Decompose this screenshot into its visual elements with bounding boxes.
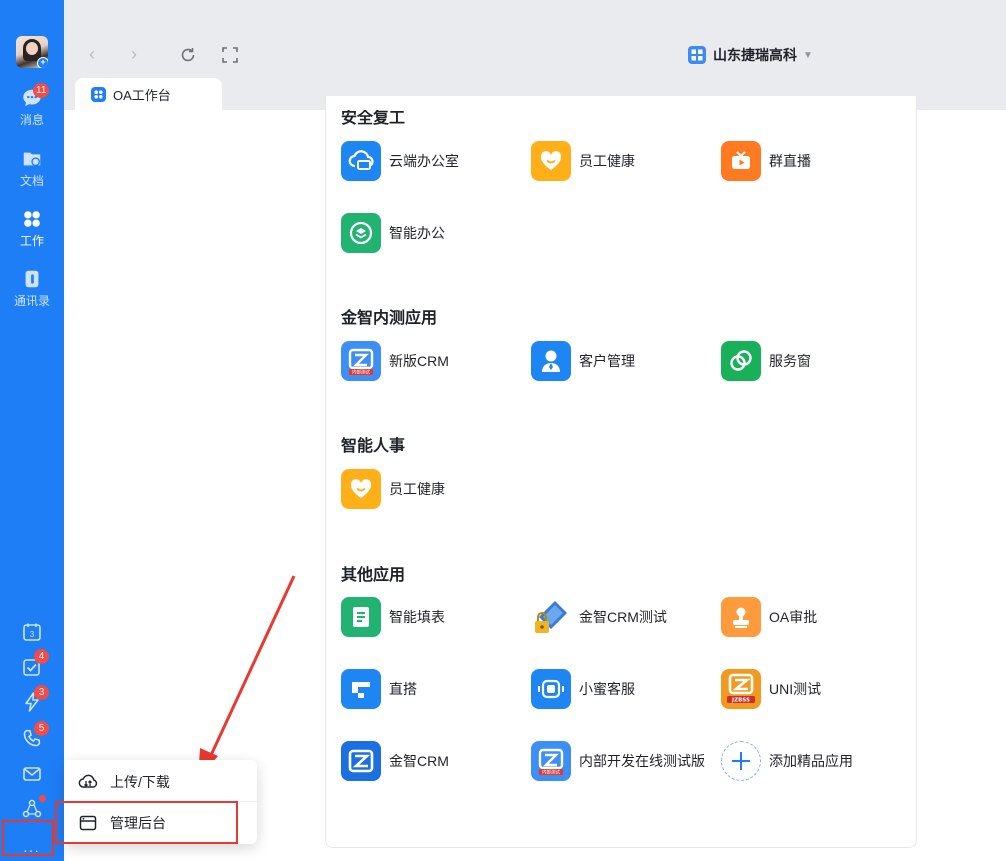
customer-service-icon [531,669,571,709]
app-label: OA审批 [769,609,818,625]
app-smart-office[interactable]: 智能办公 [341,213,445,253]
app-label: 添加精品应用 [769,753,853,769]
service-window-icon [721,341,761,381]
app-crm-test[interactable]: 金智CRM测试 [531,597,667,637]
nav-label-messages: 消息 [19,113,44,127]
app-label: 智能填表 [389,609,445,625]
org-switcher[interactable]: 山东捷瑞高科 ▼ [688,45,813,65]
app-new-crm[interactable]: 内部测试 新版CRM [341,341,449,381]
nav-item-work[interactable]: 工作 [0,208,64,249]
app-staff-health[interactable]: 员工健康 [531,141,635,181]
uni-logo-tag: JZBSS [731,698,750,704]
apps-hub-dot [39,795,46,802]
section-title: 金智内测应用 [341,310,438,327]
app-label: 内部开发在线测试版 [579,753,705,769]
folder-icon [23,152,41,167]
back-button[interactable]: ‹ [82,44,102,64]
nav-label-work: 工作 [19,234,44,248]
app-jinzhi-crm[interactable]: 金智CRM [341,741,449,781]
crm-lock-icon [531,597,571,637]
app-label: 客户管理 [579,353,635,369]
crm-logo-icon [341,741,381,781]
customer-person-icon [531,341,571,381]
app-oa-approval[interactable]: OA审批 [721,597,817,637]
section-title: 其他应用 [341,567,406,584]
work-grid-icon [24,211,40,227]
org-name: 山东捷瑞高科 [713,47,797,63]
nav-item-contacts[interactable]: 通讯录 [0,268,64,309]
lightning-badge: 3 [34,685,49,700]
app-internal-dev-test[interactable]: 内部测试 内部开发在线测试版 [531,741,705,781]
fullscreen-icon[interactable] [220,45,240,65]
annotation-arrow [198,575,296,780]
mail-icon[interactable] [21,763,43,785]
org-logo-icon [688,46,706,64]
uni-logo-icon: JZBSS [721,669,761,709]
app-label: 金智CRM [389,753,449,769]
heart-health-icon [341,469,381,509]
app-label: 云端办公室 [389,153,459,169]
messages-badge: 11 [33,83,50,98]
nav-item-docs[interactable]: 文档 [0,148,64,189]
nav-label-contacts: 通讯录 [13,294,50,308]
avatar-face [26,42,38,55]
app-uni-test[interactable]: JZBSS UNI测试 [721,669,821,709]
menu-item-upload-download[interactable]: 上传/下载 [64,762,257,802]
forward-button[interactable]: › [124,44,144,64]
section-title: 智能人事 [341,438,406,455]
nav-label-docs: 文档 [19,174,44,188]
cloud-transfer-icon [78,774,98,788]
app-zhida[interactable]: 直搭 [341,669,417,709]
app-label: UNI测试 [769,681,822,697]
app-label: 智能办公 [389,225,445,241]
user-avatar[interactable]: + [16,36,48,68]
app-label: 直搭 [389,681,417,697]
menu-label: 上传/下载 [110,774,170,790]
heart-health-icon [531,141,571,181]
app-staff-health-hr[interactable]: 员工健康 [341,469,445,509]
left-rail: + 消息 11 文档 工作 通讯录 3 4 3 5 ··· [0,0,64,861]
app-label: 员工健康 [579,153,635,169]
app-label: 员工健康 [389,481,445,497]
tab-label: OA工作台 [113,87,171,103]
contacts-book-icon [25,270,39,288]
crm-logo-icon: 内部测试 [531,741,571,781]
smart-office-icon [341,213,381,253]
workbench-tab-icon [91,86,106,102]
crm-logo-icon: 内部测试 [341,341,381,381]
crm-test-tag: 内部测试 [352,369,370,376]
app-label: 金智CRM测试 [579,609,667,625]
refresh-icon[interactable] [178,45,198,65]
nav-item-messages[interactable]: 消息 11 [0,83,64,128]
approval-stamp-icon [721,597,761,637]
app-label: 新版CRM [389,353,449,369]
tab-oa-workbench[interactable]: OA工作台 [75,78,222,110]
live-tv-icon [721,141,761,181]
todo-badge: 4 [34,649,49,664]
calendar-icon[interactable]: 3 [21,621,43,643]
plus-icon [721,741,761,781]
cloud-office-icon [341,141,381,181]
app-group-live[interactable]: 群直播 [721,141,811,181]
zhida-builder-icon [341,669,381,709]
app-xiaomi-service[interactable]: 小蜜客服 [531,669,635,709]
app-service-window[interactable]: 服务窗 [721,341,811,381]
form-sheet-icon [341,597,381,637]
app-customer-management[interactable]: 客户管理 [531,341,635,381]
phone-badge: 5 [34,721,49,736]
calendar-day: 3 [30,630,35,639]
crm-test-tag: 内部测试 [542,769,560,776]
chevron-down-icon: ▼ [803,49,813,61]
app-label: 群直播 [769,153,811,169]
add-app-button[interactable]: 添加精品应用 [721,741,853,781]
app-cloud-office[interactable]: 云端办公室 [341,141,459,181]
app-label: 服务窗 [769,353,811,369]
avatar-add-icon[interactable]: + [37,57,48,68]
app-smart-form[interactable]: 智能填表 [341,597,445,637]
admin-console-highlight [55,801,238,844]
app-label: 小蜜客服 [579,681,635,697]
more-button[interactable]: ··· [23,842,40,858]
